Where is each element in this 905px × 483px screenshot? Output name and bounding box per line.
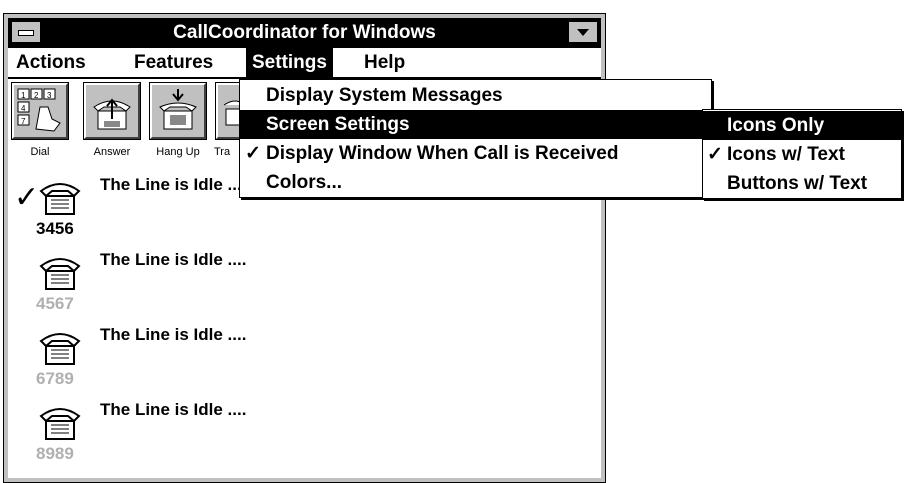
answer-button[interactable]	[83, 82, 141, 140]
menu-item-label: Display System Messages	[266, 85, 503, 106]
screen-settings-submenu: Icons Only ✓ Icons w/ Text Buttons w/ Te…	[702, 109, 902, 199]
svg-text:1: 1	[21, 91, 26, 100]
line-item[interactable]: The Line is Idle .... 8989	[8, 398, 601, 473]
menu-item-colors[interactable]: Colors...	[240, 168, 711, 197]
telephone-icon	[39, 183, 81, 215]
svg-text:3: 3	[47, 91, 52, 100]
line-number: 6789	[36, 369, 74, 388]
line-status: The Line is Idle ....	[100, 325, 247, 344]
menu-help[interactable]: Help	[358, 48, 411, 77]
menu-item-display-window-on-call[interactable]: ✓ Display Window When Call is Received	[240, 139, 711, 168]
keypad-icon: 1 2 3 4 7	[17, 88, 61, 132]
answer-label: Answer	[93, 146, 131, 158]
line-item[interactable]: The Line is Idle .... 4567	[8, 248, 601, 323]
svg-text:4: 4	[21, 104, 26, 113]
settings-dropdown: Display System Messages Screen Settings …	[239, 79, 712, 198]
telephone-icon	[39, 333, 81, 365]
telephone-icon	[39, 258, 81, 290]
line-number: 3456	[36, 219, 74, 238]
phone-answer-icon	[93, 98, 131, 130]
menu-bar: Actions Features Settings Help	[8, 48, 601, 79]
line-status: The Line is Idle ....	[100, 400, 247, 419]
svg-text:7: 7	[21, 117, 26, 126]
menu-item-label: Icons w/ Text	[727, 144, 845, 165]
menu-features[interactable]: Features	[128, 48, 219, 77]
menu-item-icons-only[interactable]: Icons Only	[703, 111, 901, 140]
menu-item-label: Buttons w/ Text	[727, 173, 868, 194]
dial-button[interactable]: 1 2 3 4 7	[11, 82, 69, 140]
menu-item-buttons-with-text[interactable]: Buttons w/ Text	[703, 169, 901, 198]
line-number: 4567	[36, 294, 74, 313]
svg-text:2: 2	[34, 91, 39, 100]
menu-actions[interactable]: Actions	[10, 48, 92, 77]
line-list: ✓ The Line is Idle .... 3456 The Line is…	[8, 173, 601, 478]
telephone-icon	[39, 408, 81, 440]
line-status: The Line is Idle ....	[100, 175, 247, 194]
line-item[interactable]: The Line is Idle .... 6789	[8, 323, 601, 398]
dial-label: Dial	[30, 146, 50, 158]
checkmark-icon: ✓	[707, 144, 723, 165]
hang-up-button[interactable]	[149, 82, 207, 140]
chevron-down-icon	[577, 29, 589, 36]
menu-item-label: Icons Only	[727, 115, 825, 136]
title-bar[interactable]: CallCoordinator for Windows	[8, 18, 601, 48]
menu-item-screen-settings[interactable]: Screen Settings	[240, 110, 711, 139]
menu-settings[interactable]: Settings	[246, 48, 333, 77]
window-title: CallCoordinator for Windows	[173, 22, 436, 43]
phone-hang-up-icon	[159, 89, 197, 130]
checkmark-icon: ✓	[245, 143, 261, 164]
menu-item-label: Colors...	[266, 172, 343, 193]
menu-item-icons-with-text[interactable]: ✓ Icons w/ Text	[703, 140, 901, 169]
line-status: The Line is Idle ....	[100, 250, 247, 269]
menu-item-label: Screen Settings	[266, 114, 410, 135]
active-line-check-icon: ✓	[14, 181, 40, 214]
hang-up-label: Hang Up	[156, 146, 200, 158]
menu-item-label: Display Window When Call is Received	[266, 143, 619, 164]
system-menu-button[interactable]	[11, 21, 41, 43]
menu-item-display-system-messages[interactable]: Display System Messages	[240, 81, 711, 110]
minimize-button[interactable]	[568, 21, 598, 43]
line-number: 8989	[36, 444, 74, 463]
